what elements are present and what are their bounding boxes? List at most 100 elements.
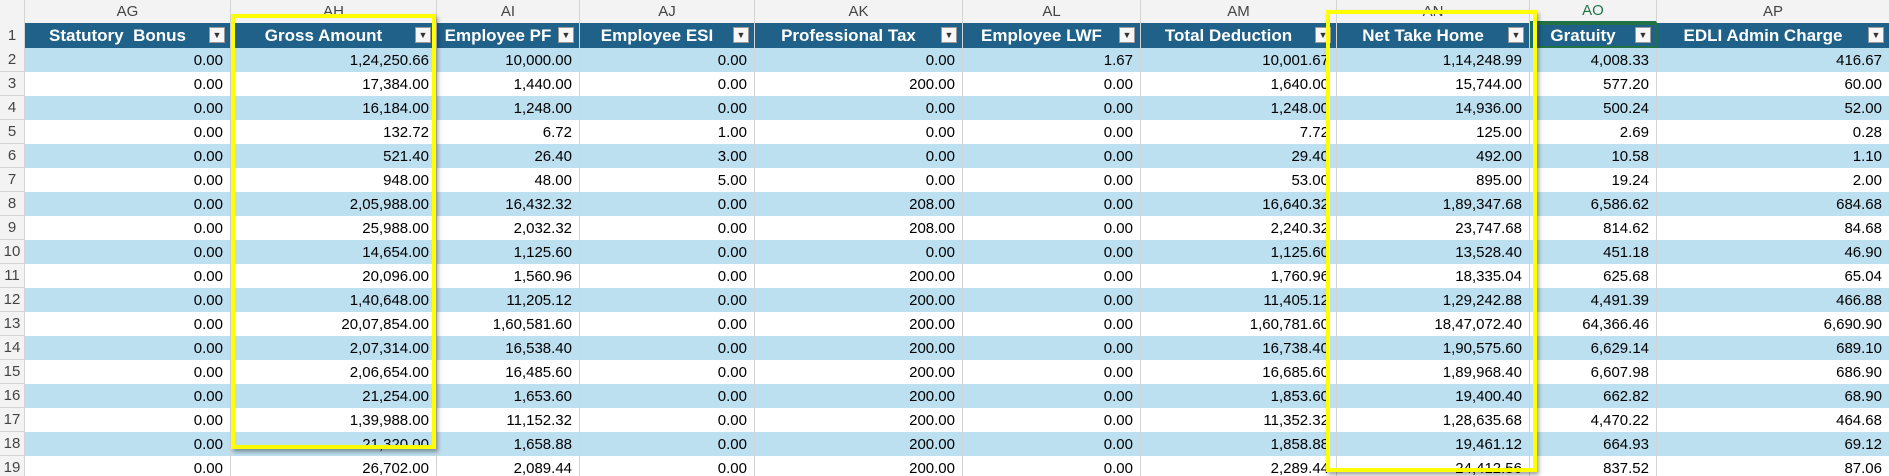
table-cell[interactable]: 0.00 xyxy=(963,216,1141,240)
table-cell[interactable]: 208.00 xyxy=(755,192,963,216)
header-gratuity[interactable]: Gratuity ▼ xyxy=(1530,23,1657,48)
table-cell[interactable]: 684.68 xyxy=(1657,192,1890,216)
table-cell[interactable]: 521.40 xyxy=(231,144,437,168)
table-cell[interactable]: 10,000.00 xyxy=(437,48,580,72)
table-cell[interactable]: 948.00 xyxy=(231,168,437,192)
table-cell[interactable]: 65.04 xyxy=(1657,264,1890,288)
table-cell[interactable]: 7.72 xyxy=(1141,120,1337,144)
table-cell[interactable]: 0.00 xyxy=(25,168,231,192)
table-cell[interactable]: 1,653.60 xyxy=(437,384,580,408)
table-cell[interactable]: 0.00 xyxy=(963,288,1141,312)
table-cell[interactable]: 2,05,988.00 xyxy=(231,192,437,216)
table-cell[interactable]: 2,240.32 xyxy=(1141,216,1337,240)
dropdown-arrow-icon[interactable]: ▼ xyxy=(1119,27,1135,43)
column-letter-ao[interactable]: AO xyxy=(1530,0,1657,23)
row-number[interactable]: 3 xyxy=(0,72,25,96)
table-cell[interactable]: 1,60,781.60 xyxy=(1141,312,1337,336)
table-cell[interactable]: 16,184.00 xyxy=(231,96,437,120)
table-cell[interactable]: 0.00 xyxy=(963,96,1141,120)
table-cell[interactable]: 200.00 xyxy=(755,336,963,360)
table-cell[interactable]: 84.68 xyxy=(1657,216,1890,240)
row-number[interactable]: 16 xyxy=(0,384,25,408)
table-cell[interactable]: 0.00 xyxy=(580,384,755,408)
table-cell[interactable]: 3.00 xyxy=(580,144,755,168)
table-cell[interactable]: 11,205.12 xyxy=(437,288,580,312)
column-letter-ai[interactable]: AI xyxy=(437,0,580,23)
table-cell[interactable]: 200.00 xyxy=(755,432,963,456)
table-cell[interactable]: 1,89,347.68 xyxy=(1337,192,1530,216)
table-cell[interactable]: 11,405.12 xyxy=(1141,288,1337,312)
table-cell[interactable]: 87.06 xyxy=(1657,456,1890,476)
table-cell[interactable]: 21,320.00 xyxy=(231,432,437,456)
table-cell[interactable]: 200.00 xyxy=(755,312,963,336)
table-cell[interactable]: 0.00 xyxy=(580,264,755,288)
table-cell[interactable]: 2,032.32 xyxy=(437,216,580,240)
table-cell[interactable]: 1,853.60 xyxy=(1141,384,1337,408)
table-cell[interactable]: 26,702.00 xyxy=(231,456,437,476)
table-cell[interactable]: 625.68 xyxy=(1530,264,1657,288)
table-cell[interactable]: 0.00 xyxy=(580,288,755,312)
table-cell[interactable]: 0.00 xyxy=(580,432,755,456)
column-letter-am[interactable]: AM xyxy=(1141,0,1337,23)
table-cell[interactable]: 0.00 xyxy=(580,72,755,96)
header-employee-lwf[interactable]: Employee LWF ▼ xyxy=(963,23,1141,48)
column-letter-ap[interactable]: AP xyxy=(1657,0,1890,23)
table-cell[interactable]: 1,125.60 xyxy=(437,240,580,264)
table-cell[interactable]: 0.00 xyxy=(25,336,231,360)
table-cell[interactable]: 1,60,581.60 xyxy=(437,312,580,336)
table-cell[interactable]: 451.18 xyxy=(1530,240,1657,264)
table-cell[interactable]: 1,760.96 xyxy=(1141,264,1337,288)
table-cell[interactable]: 13,528.40 xyxy=(1337,240,1530,264)
table-cell[interactable]: 1.67 xyxy=(963,48,1141,72)
table-cell[interactable]: 416.67 xyxy=(1657,48,1890,72)
table-cell[interactable]: 10.58 xyxy=(1530,144,1657,168)
column-letter-ak[interactable]: AK xyxy=(755,0,963,23)
header-employee-pf[interactable]: Employee PF ▼ xyxy=(437,23,580,48)
table-cell[interactable]: 24,412.56 xyxy=(1337,456,1530,476)
table-cell[interactable]: 6,690.90 xyxy=(1657,312,1890,336)
table-cell[interactable]: 0.00 xyxy=(963,240,1141,264)
table-cell[interactable]: 16,485.60 xyxy=(437,360,580,384)
table-cell[interactable]: 0.00 xyxy=(963,168,1141,192)
table-cell[interactable]: 16,432.32 xyxy=(437,192,580,216)
table-cell[interactable]: 0.00 xyxy=(963,408,1141,432)
table-cell[interactable]: 2.00 xyxy=(1657,168,1890,192)
row-number[interactable]: 8 xyxy=(0,192,25,216)
table-cell[interactable]: 1,28,635.68 xyxy=(1337,408,1530,432)
header-total-deduction[interactable]: Total Deduction ▼ xyxy=(1141,23,1337,48)
row-number[interactable]: 18 xyxy=(0,432,25,456)
row-number[interactable]: 19 xyxy=(0,456,25,476)
table-cell[interactable]: 20,096.00 xyxy=(231,264,437,288)
table-cell[interactable]: 1,39,988.00 xyxy=(231,408,437,432)
table-cell[interactable]: 0.00 xyxy=(963,312,1141,336)
table-cell[interactable]: 1,440.00 xyxy=(437,72,580,96)
row-number[interactable]: 5 xyxy=(0,120,25,144)
table-cell[interactable]: 208.00 xyxy=(755,216,963,240)
dropdown-arrow-icon[interactable]: ▼ xyxy=(209,27,225,43)
table-cell[interactable]: 6,607.98 xyxy=(1530,360,1657,384)
table-cell[interactable]: 19.24 xyxy=(1530,168,1657,192)
table-cell[interactable]: 0.00 xyxy=(25,408,231,432)
table-cell[interactable]: 0.00 xyxy=(963,264,1141,288)
table-cell[interactable]: 200.00 xyxy=(755,264,963,288)
table-cell[interactable]: 1.00 xyxy=(580,120,755,144)
table-cell[interactable]: 0.00 xyxy=(25,456,231,476)
table-cell[interactable]: 132.72 xyxy=(231,120,437,144)
table-cell[interactable]: 1,658.88 xyxy=(437,432,580,456)
table-cell[interactable]: 1,248.00 xyxy=(437,96,580,120)
table-cell[interactable]: 0.00 xyxy=(963,456,1141,476)
table-cell[interactable]: 4,008.33 xyxy=(1530,48,1657,72)
table-cell[interactable]: 0.00 xyxy=(25,264,231,288)
dropdown-arrow-icon[interactable]: ▼ xyxy=(558,27,574,43)
table-cell[interactable]: 125.00 xyxy=(1337,120,1530,144)
table-cell[interactable]: 17,384.00 xyxy=(231,72,437,96)
row-number[interactable]: 17 xyxy=(0,408,25,432)
table-cell[interactable]: 200.00 xyxy=(755,456,963,476)
column-letter-ah[interactable]: AH xyxy=(231,0,437,23)
table-cell[interactable]: 1,89,968.40 xyxy=(1337,360,1530,384)
table-cell[interactable]: 60.00 xyxy=(1657,72,1890,96)
table-cell[interactable]: 464.68 xyxy=(1657,408,1890,432)
table-cell[interactable]: 0.00 xyxy=(580,216,755,240)
column-letter-al[interactable]: AL xyxy=(963,0,1141,23)
table-cell[interactable]: 0.00 xyxy=(25,384,231,408)
